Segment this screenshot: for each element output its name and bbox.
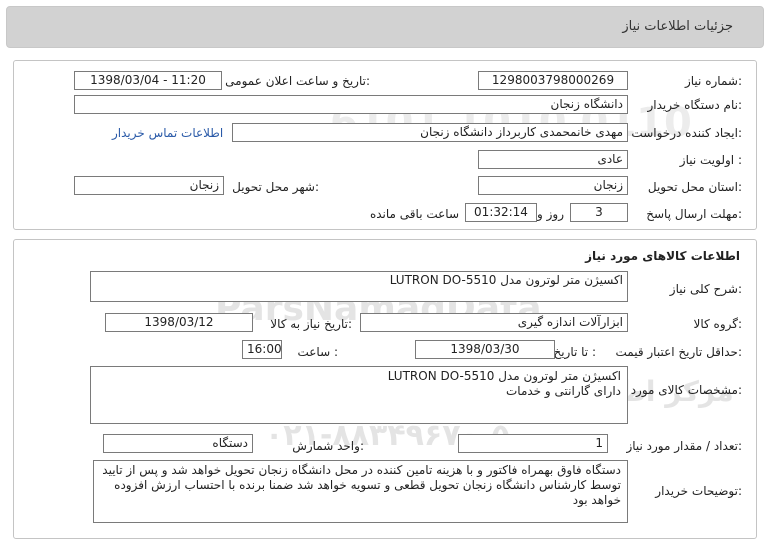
specs-label: مشخصات کالای مورد نیاز: [610, 383, 742, 397]
buyer-org-field[interactable]: دانشگاه زنجان [74, 95, 628, 114]
city-field[interactable]: زنجان [74, 176, 224, 195]
deadline-days-field[interactable]: 3 [570, 203, 628, 222]
need-number-label: شماره نیاز: [684, 74, 742, 88]
specs-line-2: دارای گارانتی و خدمات [506, 384, 621, 398]
requester-label: ایجاد کننده درخواست: [631, 126, 742, 140]
price-validity-to-date-label: تا تاریخ : [553, 345, 596, 359]
city-label: شهر محل تحویل: [232, 180, 319, 194]
unit-label: واحد شمارش: [292, 439, 364, 453]
deadline-label: مهلت ارسال پاسخ: [646, 207, 742, 221]
deadline-time-field[interactable]: 01:32:14 [465, 203, 537, 222]
specs-line-1: اکسیژن متر لوترون مدل LUTRON DO-5510 [387, 369, 621, 383]
summary-field[interactable]: اکسیژن متر لوترون مدل LUTRON DO-5510 [90, 271, 628, 302]
group-field[interactable]: ابزارآلات اندازه گیری [360, 313, 628, 332]
buyer-org-label: نام دستگاه خریدار: [647, 98, 743, 112]
priority-label: اولویت نیاز : [679, 153, 742, 167]
quantity-label: تعداد / مقدار مورد نیاز: [626, 439, 742, 453]
requester-field[interactable]: مهدی خانمحمدی کاربرداز دانشگاه زنجان [232, 123, 628, 142]
province-field[interactable]: زنجان [478, 176, 628, 195]
announce-datetime-field[interactable]: 1398/03/04 - 11:20 [74, 71, 222, 90]
price-validity-label: حداقل تاریخ اعتبار قیمت: [615, 345, 742, 359]
price-validity-time-label: ساعت : [297, 345, 338, 359]
province-label: استان محل تحویل: [647, 180, 742, 194]
unit-field[interactable]: دستگاه [103, 434, 253, 453]
price-validity-date-field[interactable]: 1398/03/30 [415, 340, 555, 359]
page-header: جزئیات اطلاعات نیاز [6, 6, 764, 48]
priority-field[interactable]: عادی [478, 150, 628, 169]
deadline-days-unit: روز و [537, 207, 564, 221]
price-validity-time-field[interactable]: 16:00 [242, 340, 282, 359]
need-date-field[interactable]: 1398/03/12 [105, 313, 253, 332]
buyer-contact-link[interactable]: اطلاعات تماس خریدار [112, 126, 223, 140]
page-title: جزئیات اطلاعات نیاز [622, 19, 733, 34]
buyer-notes-label: توضیحات خریدار: [655, 484, 742, 498]
need-number-field[interactable]: 1298003798000269 [478, 71, 628, 90]
goods-section-title: اطلاعات کالاهای مورد نیاز [585, 249, 740, 263]
need-date-label: تاریخ نیاز به کالا: [270, 317, 352, 331]
summary-label: شرح کلی نیاز: [669, 282, 742, 296]
group-label: گروه کالا: [693, 317, 743, 331]
specs-field[interactable]: اکسیژن متر لوترون مدل LUTRON DO-5510 دار… [90, 366, 628, 424]
buyer-notes-field[interactable]: دستگاه فاوق بهمراه فاکتور و با هزینه تام… [93, 460, 628, 523]
quantity-field[interactable]: 1 [458, 434, 608, 453]
announce-datetime-label: تاریخ و ساعت اعلان عمومی: [225, 74, 370, 88]
deadline-remaining-text: ساعت باقی مانده [369, 207, 459, 221]
